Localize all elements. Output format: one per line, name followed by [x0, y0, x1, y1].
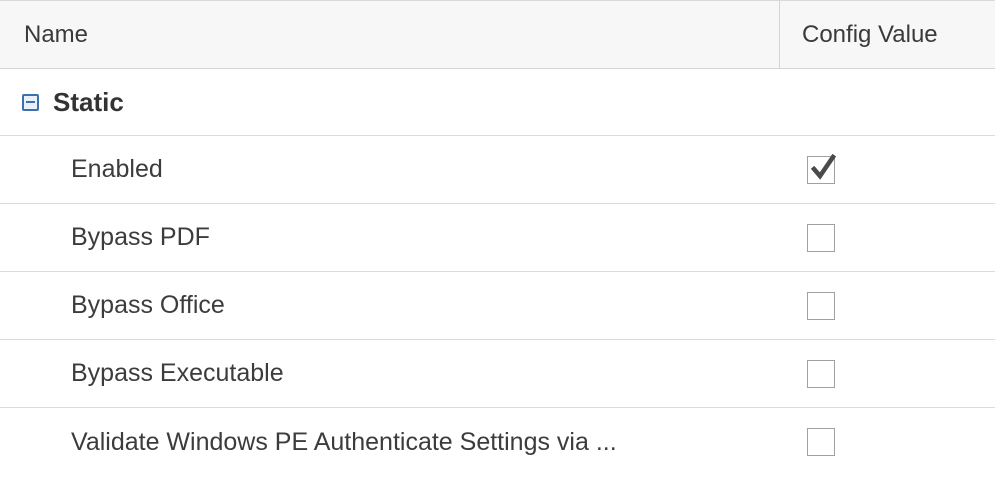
row-name-enabled: Enabled — [71, 155, 163, 183]
grid-header: Name Config Value — [0, 1, 995, 69]
bypass-office-checkbox[interactable] — [807, 291, 835, 320]
row-name-bypass-executable: Bypass Executable — [71, 359, 284, 387]
row-name-validate-windows-pe: Validate Windows PE Authenticate Setting… — [71, 427, 617, 456]
bypass-executable-checkbox[interactable] — [807, 359, 835, 388]
table-row: Enabled — [0, 136, 995, 204]
checkmark-icon — [810, 153, 836, 180]
validate-windows-pe-checkbox[interactable] — [807, 428, 835, 456]
table-row: Bypass Office — [0, 272, 995, 340]
collapse-icon[interactable] — [22, 93, 39, 111]
table-row: Validate Windows PE Authenticate Setting… — [0, 408, 995, 476]
column-header-config-value[interactable]: Config Value — [779, 1, 995, 68]
table-row: Bypass PDF — [0, 204, 995, 272]
enabled-checkbox[interactable] — [807, 153, 836, 184]
row-name-bypass-pdf: Bypass PDF — [71, 223, 210, 251]
bypass-pdf-checkbox[interactable] — [807, 223, 835, 252]
config-grid: Name Config Value Static Enabled Bypass … — [0, 0, 995, 479]
group-row-static[interactable]: Static — [0, 69, 995, 136]
group-label: Static — [53, 86, 124, 117]
table-row: Bypass Executable — [0, 340, 995, 408]
column-header-name[interactable]: Name — [0, 1, 779, 68]
row-name-bypass-office: Bypass Office — [71, 291, 225, 319]
